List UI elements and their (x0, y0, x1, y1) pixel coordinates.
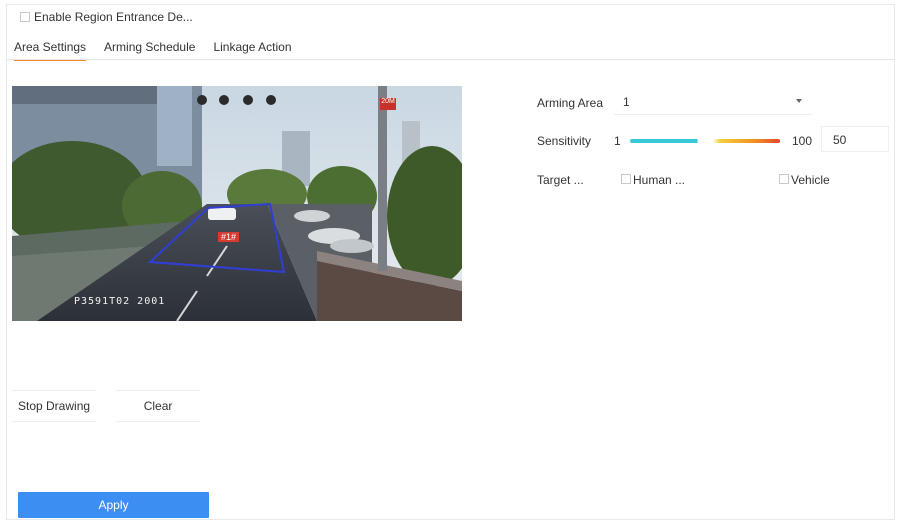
pole-sign-text: 20M (381, 98, 395, 105)
light-pole (378, 86, 387, 271)
vehicle-label: Vehicle (791, 173, 830, 187)
video-caption: P3591T02 2001 (74, 296, 166, 307)
sensitivity-label: Sensitivity (537, 134, 592, 148)
chevron-down-icon (796, 99, 802, 103)
moving-car (208, 208, 236, 220)
arming-area-select[interactable]: 1 (614, 90, 812, 115)
sensitivity-max: 100 (792, 134, 813, 148)
region-id-label: #1# (218, 232, 240, 242)
tab-bar: Area Settings Arming Schedule Linkage Ac… (14, 38, 310, 61)
tab-arming-schedule[interactable]: Arming Schedule (104, 38, 195, 60)
sensitivity-min: 1 (614, 134, 621, 148)
parked-car-3 (330, 239, 374, 253)
overlay-bar (12, 86, 157, 104)
drawing-buttons: Stop Drawing Clear (12, 390, 201, 422)
sensitivity-value: 50 (833, 133, 847, 147)
arming-area-value: 1 (623, 95, 630, 109)
enable-region-entrance-row[interactable]: Enable Region Entrance De... (20, 10, 193, 24)
parked-car (294, 210, 330, 222)
tower (157, 86, 192, 166)
sensitivity-slider[interactable] (630, 139, 780, 143)
tab-linkage-action[interactable]: Linkage Action (213, 38, 291, 60)
camera-scene (12, 86, 462, 321)
human-checkbox[interactable] (621, 174, 631, 184)
arming-area-label: Arming Area (537, 96, 604, 110)
enable-checkbox[interactable] (20, 12, 30, 22)
sensitivity-input[interactable]: 50 (821, 126, 889, 152)
tab-area-settings[interactable]: Area Settings (14, 38, 87, 61)
human-label: Human ... (633, 173, 686, 187)
clear-button[interactable]: Clear (116, 390, 201, 422)
vehicle-checkbox[interactable] (779, 174, 789, 184)
enable-label: Enable Region Entrance De... (34, 10, 193, 24)
tab-divider (6, 59, 895, 60)
target-label: Target ... (537, 173, 584, 187)
camera-preview[interactable]: #1# 20M P3591T02 2001 (12, 86, 462, 321)
stop-drawing-button[interactable]: Stop Drawing (12, 390, 97, 422)
apply-button[interactable]: Apply (18, 492, 209, 518)
